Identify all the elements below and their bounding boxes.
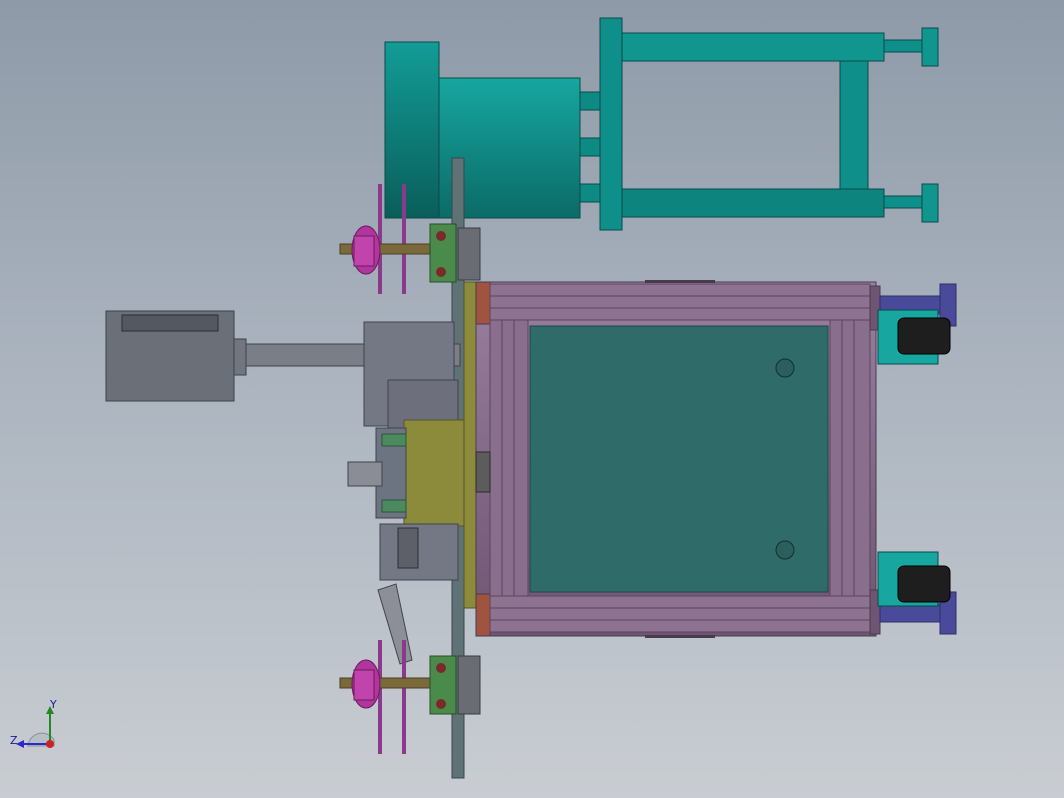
orientation-triad: Y Z xyxy=(8,698,68,755)
right-drive-bottom xyxy=(869,551,957,635)
z-axis-label: Z xyxy=(10,734,18,747)
teal-bracket xyxy=(599,17,939,231)
frame-housing xyxy=(475,280,877,638)
assembly-model[interactable] xyxy=(0,0,1064,798)
cad-viewport[interactable]: Y Z xyxy=(0,0,1064,798)
motor-assembly xyxy=(384,41,601,219)
right-drive-top xyxy=(869,283,957,365)
y-axis-label: Y xyxy=(50,698,57,711)
